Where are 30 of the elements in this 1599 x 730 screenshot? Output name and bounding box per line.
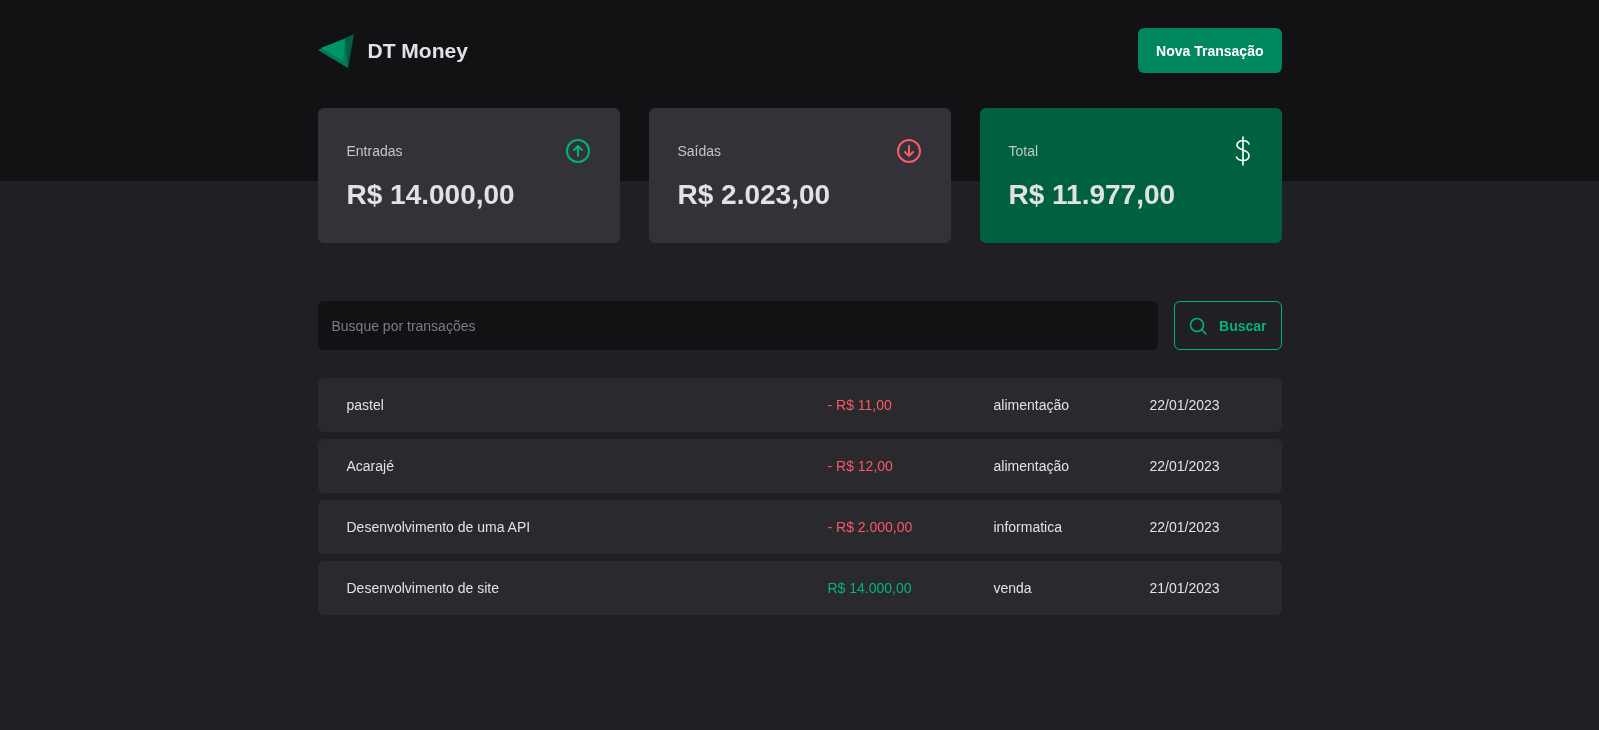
transaction-description: pastel [346, 397, 384, 413]
transaction-date: 21/01/2023 [1149, 580, 1220, 596]
transaction-date: 22/01/2023 [1149, 458, 1220, 474]
new-transaction-button[interactable]: Nova Transação [1138, 28, 1282, 73]
card-label: Entradas [346, 143, 403, 159]
card-amount: R$ 2.023,00 [677, 179, 831, 211]
app-title: DT Money [367, 38, 468, 63]
card-label: Saídas [677, 143, 722, 159]
card-amount: R$ 11.977,00 [1008, 179, 1176, 211]
transaction-date: 22/01/2023 [1149, 397, 1220, 413]
arrow-down-circle-icon [895, 138, 922, 164]
transaction-description: Desenvolvimento de uma API [346, 519, 531, 535]
transaction-price: - R$ 11,00 [827, 397, 892, 413]
transaction-category: informatica [993, 519, 1062, 535]
search-button[interactable]: Buscar [1174, 301, 1282, 350]
arrow-up-circle-icon [564, 138, 591, 164]
search-icon [1189, 316, 1208, 335]
search-field[interactable]: Busque por transações [317, 301, 1159, 350]
transaction-category: venda [993, 580, 1032, 596]
transaction-category: alimentação [993, 458, 1069, 474]
card-label: Total [1008, 143, 1039, 159]
transaction-description: Desenvolvimento de site [346, 580, 500, 596]
transaction-price: R$ 14.000,00 [827, 580, 912, 596]
card-amount: R$ 14.000,00 [346, 179, 515, 211]
paper-plane-logo-icon [317, 33, 354, 68]
transaction-price: - R$ 2.000,00 [827, 519, 913, 535]
transaction-price: - R$ 12,00 [827, 458, 893, 474]
transaction-date: 22/01/2023 [1149, 519, 1220, 535]
transaction-category: alimentação [993, 397, 1069, 413]
transaction-description: Acarajé [346, 458, 394, 474]
